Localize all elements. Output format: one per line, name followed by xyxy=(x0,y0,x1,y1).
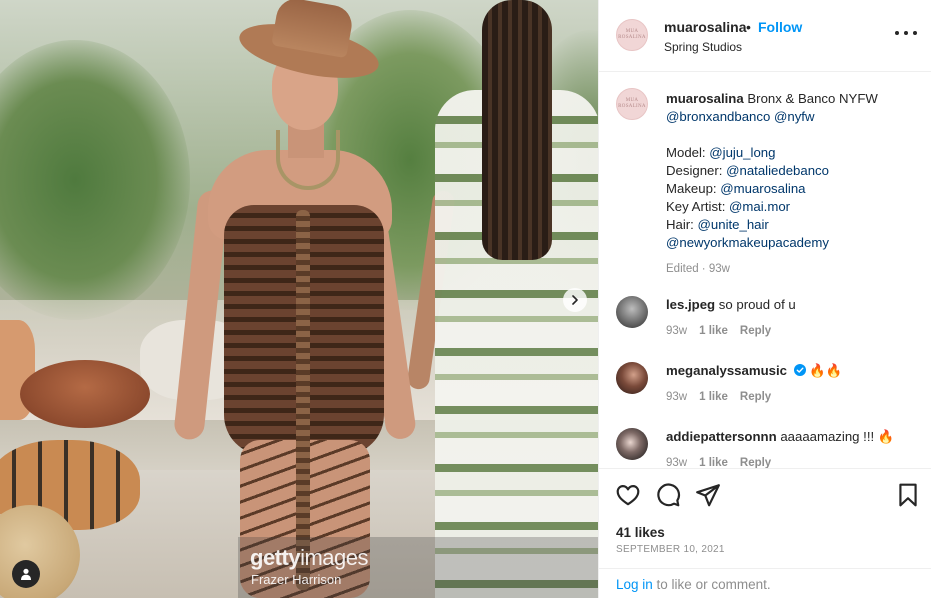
next-photo-button[interactable] xyxy=(563,288,587,312)
commenter-avatar[interactable] xyxy=(616,362,648,394)
more-options-button[interactable] xyxy=(895,26,917,40)
caption-title: Bronx & Banco NYFW xyxy=(747,91,878,106)
caption-username[interactable]: muarosalina xyxy=(666,91,744,106)
leather-pouf xyxy=(20,360,150,428)
post-caption: muarosalina Bronx & Banco NYFW @bronxand… xyxy=(666,90,916,278)
login-link[interactable]: Log in xyxy=(616,577,653,592)
mention-model[interactable]: @juju_long xyxy=(709,145,775,160)
commenter-avatar[interactable] xyxy=(616,296,648,328)
photographer-credit: Frazer Harrison xyxy=(251,572,342,587)
comment-text: 🔥🔥 xyxy=(809,363,843,378)
comment-age: 93w xyxy=(666,457,688,468)
runway-model xyxy=(173,0,418,598)
reply-button[interactable]: Reply xyxy=(740,457,771,468)
footer-divider xyxy=(599,568,931,569)
comment-age: 93w xyxy=(666,325,688,337)
mention-makeup[interactable]: @muarosalina xyxy=(720,181,805,196)
commenter-username[interactable]: les.jpeg xyxy=(666,297,715,312)
designer-label: Designer: xyxy=(666,163,723,178)
post-actions-bar xyxy=(615,482,920,508)
caption-avatar[interactable]: MUA ROSALINA xyxy=(616,88,648,120)
post-photo[interactable]: gettyimages Frazer Harrison xyxy=(0,0,598,598)
comment-likes[interactable]: 1 like xyxy=(699,325,728,337)
heart-icon[interactable] xyxy=(615,482,641,508)
hair-label: Hair: xyxy=(666,217,694,232)
comment-age: 93w xyxy=(666,391,688,403)
mention-nyfw[interactable]: @nyfw xyxy=(774,109,815,124)
mention-academy[interactable]: @newyorkmakeupacademy xyxy=(666,235,829,250)
tagged-users-button[interactable] xyxy=(12,560,40,588)
actions-divider xyxy=(599,468,931,469)
comments-list[interactable]: les.jpeg so proud of u 93w 1 like Reply me… xyxy=(599,280,931,468)
verified-badge-icon xyxy=(793,364,806,376)
follow-button[interactable]: Follow xyxy=(758,19,802,35)
reply-button[interactable]: Reply xyxy=(740,391,771,403)
commenter-username[interactable]: meganalyssamusic xyxy=(666,363,787,378)
key-artist-label: Key Artist: xyxy=(666,199,726,214)
mention-designer[interactable]: @nataliedebanco xyxy=(726,163,829,178)
location-link[interactable]: Spring Studios xyxy=(664,40,742,54)
paper-plane-icon[interactable] xyxy=(695,482,721,508)
author-avatar[interactable]: MUA ROSALINA xyxy=(616,19,648,51)
caption-edited-time: Edited · 93w xyxy=(666,263,730,275)
comment-item: meganalyssamusic 🔥🔥 93w 1 like Reply xyxy=(666,362,916,403)
chevron-right-icon xyxy=(572,295,578,305)
mention-hair[interactable]: @unite_hair xyxy=(698,217,769,232)
login-prompt: Log in to like or comment. xyxy=(616,577,771,592)
login-rest-text: to like or comment. xyxy=(652,577,771,592)
post-date: SEPTEMBER 10, 2021 xyxy=(616,544,725,555)
post-side-panel: MUA ROSALINA muarosalina • Follow Spring… xyxy=(598,0,931,598)
comment-icon[interactable] xyxy=(655,482,681,508)
header-divider xyxy=(599,71,931,72)
more-icon xyxy=(895,31,899,35)
likes-count[interactable]: 41 likes xyxy=(616,525,665,540)
makeup-label: Makeup: xyxy=(666,181,717,196)
background-plant xyxy=(0,40,190,320)
commenter-avatar[interactable] xyxy=(616,428,648,460)
comment-likes[interactable]: 1 like xyxy=(699,457,728,468)
comment-text: so proud of u xyxy=(718,297,796,312)
author-username[interactable]: muarosalina xyxy=(664,19,746,35)
commenter-username[interactable]: addiepattersonnn xyxy=(666,429,777,444)
comment-likes[interactable]: 1 like xyxy=(699,391,728,403)
comment-text: aaaaamazing !!! 🔥 xyxy=(780,429,895,444)
mention-key-artist[interactable]: @mai.mor xyxy=(729,199,790,214)
bookmark-icon[interactable] xyxy=(895,482,921,508)
getty-watermark-logo: gettyimages xyxy=(250,545,368,570)
separator-dot: • xyxy=(746,19,751,35)
model-label: Model: xyxy=(666,145,706,160)
comment-item: les.jpeg so proud of u 93w 1 like Reply xyxy=(666,296,916,337)
user-tag-icon xyxy=(21,568,31,580)
reply-button[interactable]: Reply xyxy=(740,325,771,337)
comment-item: addiepattersonnn aaaaamazing !!! 🔥 93w 1 … xyxy=(666,428,916,468)
mention-bronxandbanco[interactable]: @bronxandbanco xyxy=(666,109,770,124)
